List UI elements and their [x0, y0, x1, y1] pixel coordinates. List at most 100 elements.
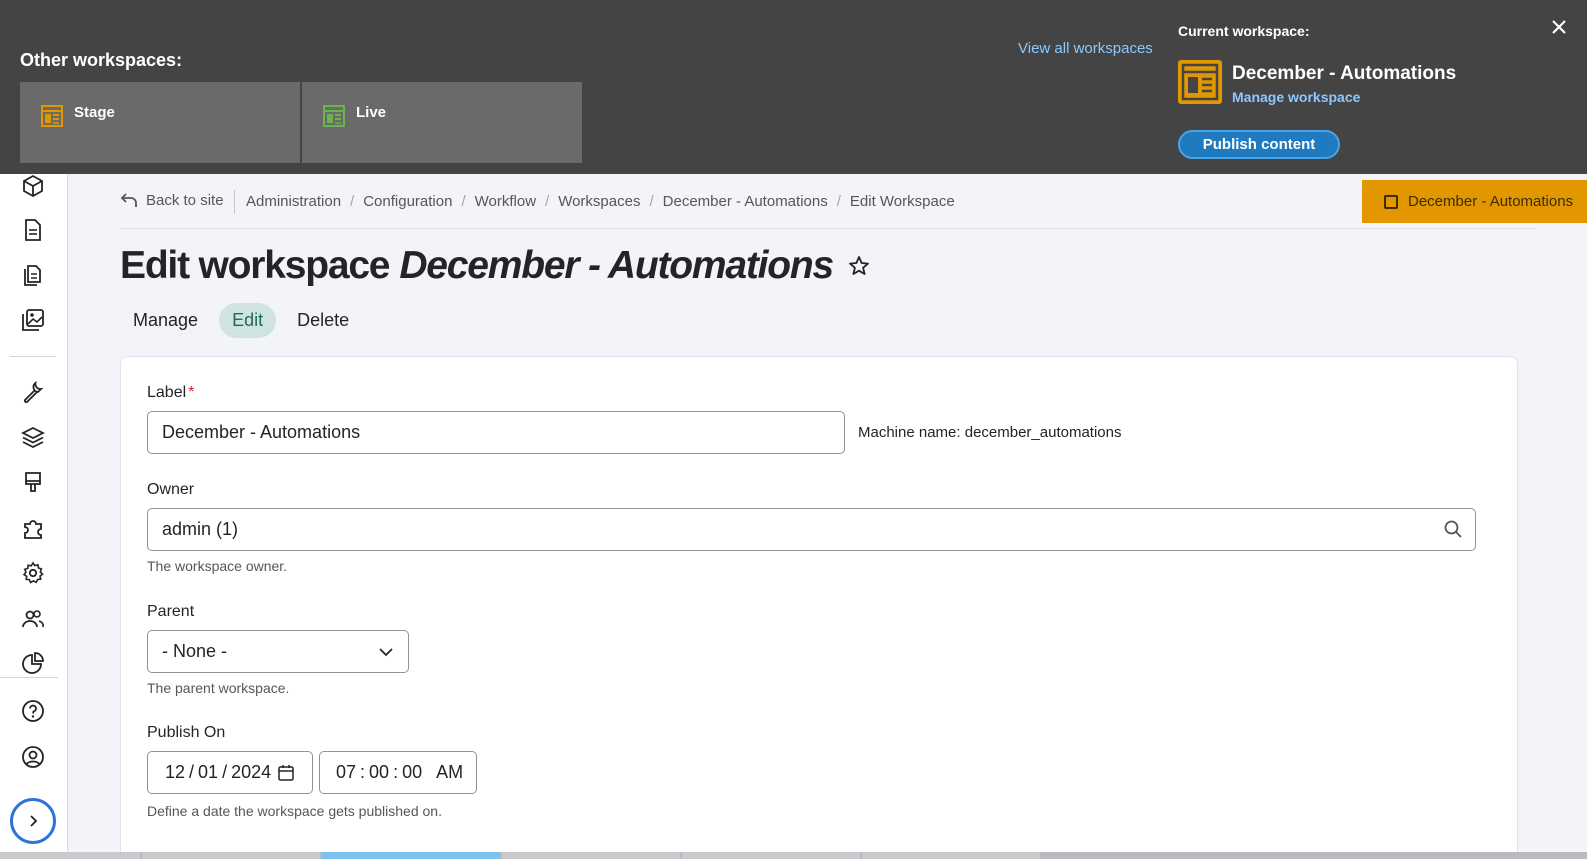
- image-icon: [22, 309, 44, 331]
- sidebar-item-reports[interactable]: [21, 651, 45, 675]
- breadcrumb-workspace[interactable]: December - Automations: [663, 193, 828, 210]
- machine-name-text: Machine name: december_automations: [858, 424, 1122, 441]
- top-bar: Back to site Administration / Configurat…: [120, 174, 1587, 229]
- files-icon: [24, 265, 41, 286]
- sidebar-item-content-blocks[interactable]: [21, 174, 45, 198]
- publish-time-input[interactable]: 07: 00: 00 AM: [319, 751, 477, 794]
- pie-chart-icon: [22, 652, 44, 674]
- date-month: 12: [165, 762, 186, 782]
- label-input[interactable]: December - Automations: [147, 411, 845, 454]
- brush-icon: [25, 472, 41, 492]
- sidebar-item-files[interactable]: [21, 263, 45, 287]
- publish-content-button[interactable]: Publish content: [1178, 130, 1340, 159]
- owner-input-value: admin (1): [162, 519, 239, 539]
- current-workspace-title: Current workspace:: [1178, 23, 1310, 39]
- publish-on-label: Publish On: [147, 724, 226, 741]
- page-title-prefix: Edit workspace: [120, 244, 391, 287]
- workspace-tiles: Stage Live: [20, 82, 582, 163]
- time-second: 00: [402, 762, 423, 782]
- parent-select-value: - None -: [162, 641, 228, 661]
- sidebar-divider: [10, 356, 56, 357]
- breadcrumb-current: Edit Workspace: [849, 193, 955, 210]
- users-icon: [22, 610, 44, 628]
- page-title-name: December - Automations: [399, 244, 834, 287]
- workspace-live-icon: [322, 104, 346, 128]
- sidebar-expand-button[interactable]: [10, 798, 56, 844]
- date-year: 2024: [231, 762, 272, 782]
- tab-strip-segment: [0, 852, 140, 859]
- admin-sidebar: [0, 174, 68, 859]
- publish-date-input[interactable]: 12/ 01/ 2024: [147, 751, 313, 794]
- topbar-divider: [234, 190, 235, 214]
- gear-icon: [22, 561, 44, 584]
- browser-tab-strip: [0, 852, 1587, 859]
- date-day: 01: [198, 762, 219, 782]
- back-to-site-label: Back to site: [146, 191, 224, 209]
- workspace-badge-button[interactable]: December - Automations: [1362, 180, 1587, 223]
- breadcrumb: Administration / Configuration / Workflo…: [246, 193, 955, 210]
- sidebar-item-help[interactable]: [21, 699, 45, 723]
- back-to-site-link[interactable]: Back to site: [120, 191, 224, 209]
- workspace-badge-label: December - Automations: [1408, 193, 1574, 210]
- wrench-icon: [23, 380, 44, 404]
- close-icon[interactable]: [1550, 18, 1568, 36]
- file-icon: [25, 219, 41, 241]
- time-ampm: AM: [436, 762, 464, 782]
- tab-strip-segment: [142, 852, 320, 859]
- breadcrumb-configuration[interactable]: Configuration: [363, 193, 452, 210]
- tab-edit[interactable]: Edit: [219, 303, 277, 338]
- sidebar-item-appearance[interactable]: [21, 470, 45, 494]
- page-title: Edit workspace December - Automations: [120, 244, 871, 288]
- sidebar-item-content[interactable]: [21, 218, 45, 242]
- main-content: Back to site Administration / Configurat…: [68, 174, 1587, 859]
- time-hour: 07: [336, 762, 357, 782]
- layers-icon: [20, 426, 46, 449]
- workspace-tile-live[interactable]: Live: [302, 82, 582, 163]
- parent-help-text: The parent workspace.: [147, 680, 290, 696]
- sidebar-item-user[interactable]: [21, 745, 45, 769]
- workspace-stage-icon: [40, 104, 64, 128]
- local-tasks-tabs: Manage Edit Delete: [120, 303, 362, 338]
- parent-select[interactable]: - None -: [147, 630, 409, 673]
- sidebar-item-extend[interactable]: [21, 516, 45, 540]
- time-minute: 00: [369, 762, 390, 782]
- workspace-tray: Other workspaces: Stage Live View all wo…: [0, 0, 1587, 174]
- workspace-tile-label: Stage: [74, 104, 115, 121]
- puzzle-icon: [24, 520, 42, 539]
- chevron-right-icon: [30, 815, 38, 827]
- view-all-workspaces-link[interactable]: View all workspaces: [1018, 40, 1153, 57]
- breadcrumb-administration[interactable]: Administration: [246, 193, 341, 210]
- calendar-icon[interactable]: [277, 764, 295, 782]
- breadcrumb-workflow[interactable]: Workflow: [475, 193, 536, 210]
- manage-workspace-link[interactable]: Manage workspace: [1232, 89, 1360, 105]
- current-workspace-name: December - Automations: [1232, 63, 1457, 84]
- workspace-tile-stage[interactable]: Stage: [20, 82, 300, 163]
- back-arrow-icon: [120, 193, 137, 207]
- sidebar-item-media[interactable]: [21, 308, 45, 332]
- breadcrumb-workspaces[interactable]: Workspaces: [558, 193, 640, 210]
- help-icon: [22, 700, 44, 722]
- workspace-square-icon: [1384, 194, 1398, 209]
- owner-help-text: The workspace owner.: [147, 558, 288, 574]
- sidebar-item-layers[interactable]: [20, 425, 46, 449]
- sidebar-item-structure[interactable]: [21, 380, 45, 404]
- label-field-label: Label *: [147, 384, 195, 401]
- owner-field-label: Owner: [147, 481, 195, 498]
- tab-delete[interactable]: Delete: [284, 303, 362, 338]
- parent-field-label: Parent: [147, 603, 195, 620]
- user-circle-icon: [22, 746, 44, 768]
- current-workspace-icon: [1178, 60, 1222, 104]
- sidebar-item-people[interactable]: [21, 607, 45, 631]
- tab-strip-segment: [862, 852, 1040, 859]
- other-workspaces-title: Other workspaces:: [20, 50, 183, 70]
- sidebar-divider: [0, 677, 58, 678]
- workspace-form: Label * December - Automations Machine na…: [120, 356, 1518, 859]
- sidebar-item-configuration[interactable]: [21, 561, 45, 585]
- star-icon[interactable]: [847, 254, 871, 278]
- tab-strip-segment: [682, 852, 860, 859]
- owner-autocomplete-input[interactable]: admin (1): [147, 508, 1476, 551]
- publish-on-help-text: Define a date the workspace gets publish…: [147, 803, 442, 819]
- cube-icon: [23, 174, 43, 198]
- workspace-tile-label: Live: [356, 104, 387, 121]
- tab-manage[interactable]: Manage: [120, 303, 211, 338]
